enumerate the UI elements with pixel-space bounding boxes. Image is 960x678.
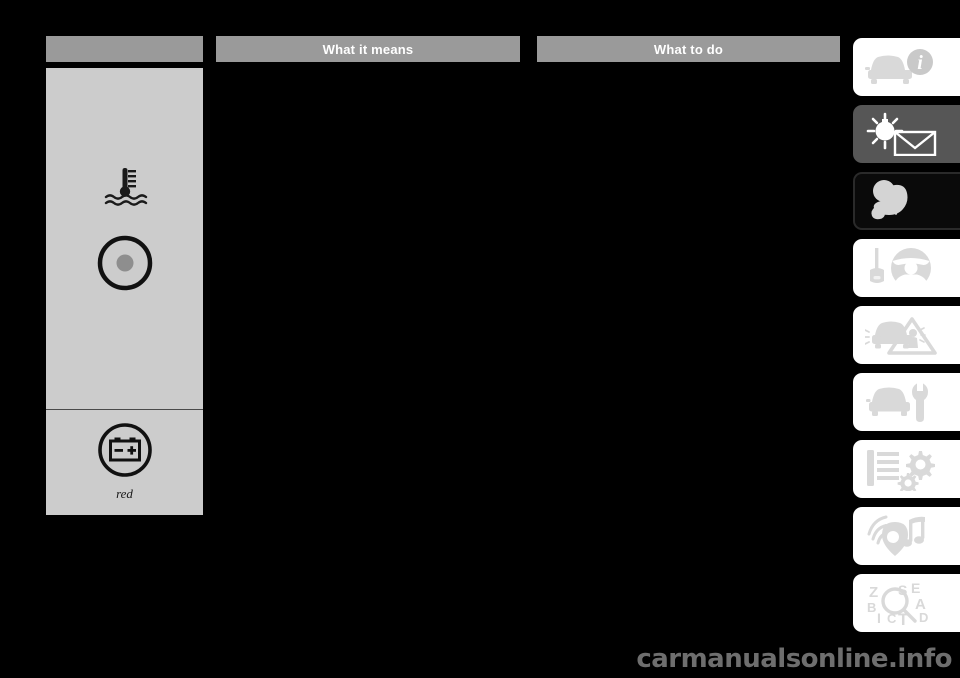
key-steering-icon: [870, 248, 931, 289]
battery-charge-icon-glyph: [97, 423, 152, 477]
sidebar-item-warning-lights[interactable]: [853, 105, 960, 163]
svg-text:i: i: [917, 52, 923, 74]
sidebar-item-starting-and-driving[interactable]: [853, 239, 960, 297]
sidebar-item-index[interactable]: Z B I C T S E A D: [853, 574, 960, 632]
brake-circle-icon-glyph: [97, 235, 152, 291]
alphabet-search-icon: Z B I C T S E A D: [867, 581, 928, 625]
column-header-what-to-do: What to do: [537, 36, 840, 62]
coolant-temperature-icon-glyph: [104, 168, 147, 206]
battery-icon-label: red: [116, 486, 133, 501]
sidebar-item-specifications[interactable]: [853, 440, 960, 498]
column-header-what-it-means: What it means: [216, 36, 520, 62]
table-row-battery: red: [46, 410, 203, 515]
brake-circle-icon: [46, 233, 203, 293]
lamp-message-icon: [866, 112, 937, 156]
svg-text:D: D: [919, 610, 928, 625]
car-info-icon: i: [865, 49, 933, 84]
battery-charge-icon: red: [46, 420, 203, 502]
svg-text:B: B: [867, 600, 876, 615]
svg-text:E: E: [911, 581, 920, 596]
sidebar-item-safety[interactable]: [853, 172, 960, 230]
site-watermark: carmanualsonline.info: [636, 644, 952, 674]
svg-text:I: I: [877, 610, 881, 625]
table-row-coolant: [46, 68, 203, 410]
list-gears-icon: [867, 450, 935, 491]
car-hazard-icon: [865, 317, 937, 355]
sidebar-item-maintenance[interactable]: [853, 373, 960, 431]
column-header-what-to-do-label: What to do: [653, 41, 724, 57]
column-header-what-it-means-label: What it means: [322, 41, 414, 57]
coolant-temperature-icon: [46, 166, 203, 210]
sidebar-item-dashboard[interactable]: i: [853, 38, 960, 96]
section-tab-rail: i Z B I C T S E A D: [853, 38, 960, 641]
column-header-symbol: [46, 36, 203, 62]
sidebar-item-emergency[interactable]: [853, 306, 960, 364]
car-wrench-icon: [866, 381, 928, 422]
symbol-column: red: [46, 68, 203, 515]
child-seat-icon: [871, 180, 908, 220]
media-note-icon: [867, 515, 925, 556]
svg-text:Z: Z: [869, 584, 878, 601]
sidebar-item-multimedia[interactable]: [853, 507, 960, 565]
